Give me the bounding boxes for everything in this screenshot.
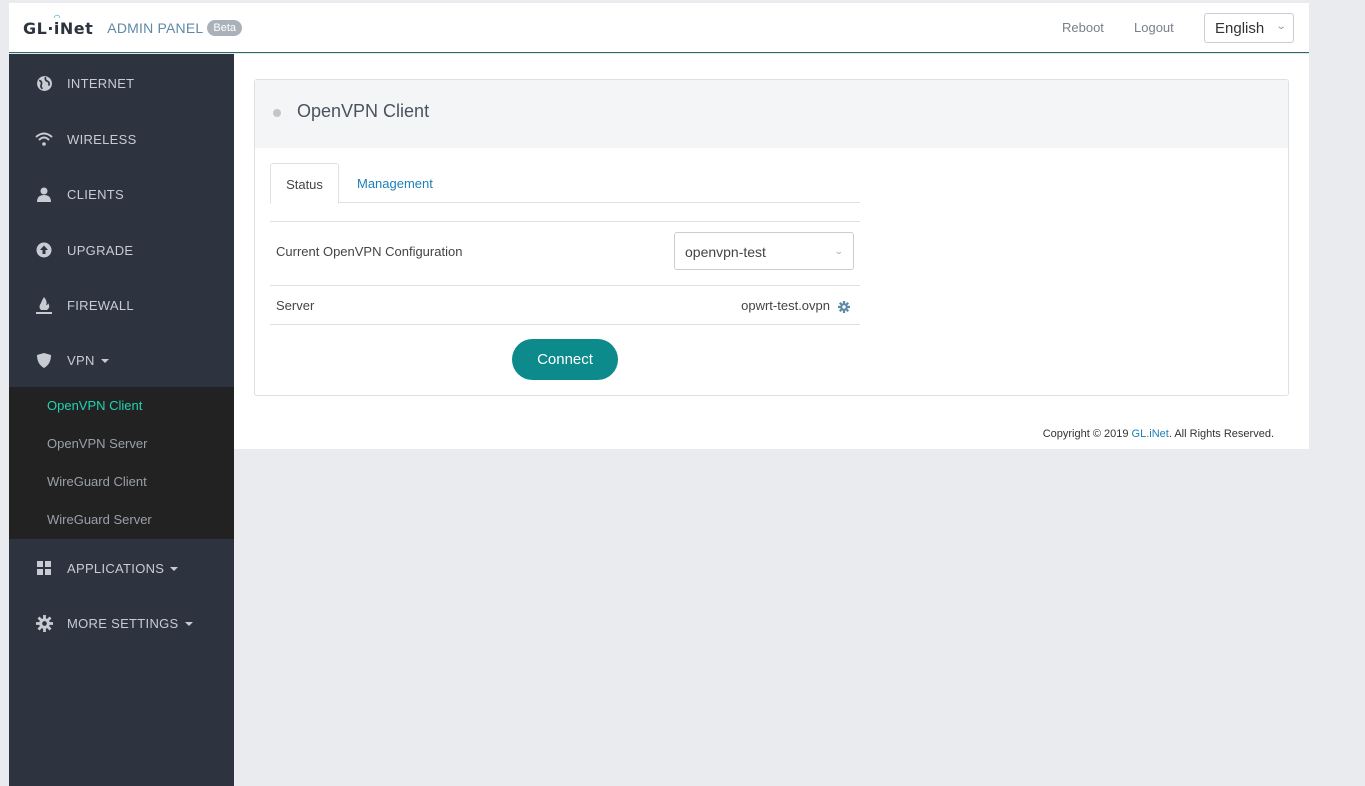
page-title: OpenVPN Client — [297, 101, 430, 121]
logout-link[interactable]: Logout — [1134, 20, 1174, 35]
sidebar-item-applications[interactable]: APPLICATIONS — [9, 548, 234, 588]
caret-down-icon — [100, 359, 109, 364]
connect-button[interactable]: Connect — [512, 339, 618, 380]
sidebar-item-label: UPGRADE — [67, 242, 134, 258]
shield-icon — [35, 351, 53, 369]
more-settings-label-text: MORE SETTINGS — [67, 615, 179, 631]
submenu-item-openvpn-client[interactable]: OpenVPN Client — [47, 398, 142, 413]
sidebar-item-label: VPN — [67, 353, 109, 368]
app-window: GL·iNet ◠ ADMIN PANEL Beta Reboot Logout… — [9, 3, 1309, 786]
brand[interactable]: GL·iNet ◠ ADMIN PANEL Beta — [23, 13, 242, 40]
config-select-value: openvpn-test — [685, 244, 766, 260]
tab-bar: Status Management — [270, 163, 860, 204]
server-label: Server — [276, 298, 315, 313]
language-value: English — [1215, 20, 1265, 37]
language-select[interactable]: English ⌄ — [1204, 13, 1294, 43]
sidebar-item-more-settings[interactable]: MORE SETTINGS — [9, 603, 234, 643]
user-icon — [35, 185, 53, 203]
caret-down-icon — [170, 567, 179, 572]
logo-wifi-icon: ◠ — [54, 12, 61, 22]
footer-brand-link[interactable]: GL.iNet — [1132, 428, 1169, 440]
sidebar-item-wireless[interactable]: WIRELESS — [9, 119, 234, 159]
submenu-item-openvpn-server[interactable]: OpenVPN Server — [47, 436, 147, 451]
admin-panel-label: ADMIN PANEL — [107, 20, 204, 36]
config-row: Current OpenVPN Configuration openvpn-te… — [270, 221, 860, 285]
sidebar-item-vpn[interactable]: VPN — [9, 340, 234, 380]
server-row: Server opwrt-test.ovpn — [270, 285, 860, 325]
submenu-item-wireguard-client[interactable]: WireGuard Client — [47, 474, 147, 489]
footer-copyright: Copyright © 2019 GL.iNet. All Rights Res… — [1043, 428, 1274, 440]
chevron-down-icon: ⌄ — [834, 246, 845, 256]
sidebar-item-label: WIRELESS — [67, 131, 137, 147]
server-value: opwrt-test.ovpn — [741, 298, 830, 313]
sidebar-item-upgrade[interactable]: UPGRADE — [9, 230, 234, 270]
sidebar-item-internet[interactable]: INTERNET — [9, 63, 234, 103]
vpn-submenu: OpenVPN Client OpenVPN Server WireGuard … — [9, 387, 234, 539]
footer-suffix: . All Rights Reserved. — [1168, 428, 1274, 440]
config-label: Current OpenVPN Configuration — [276, 244, 463, 259]
sidebar-item-clients[interactable]: CLIENTS — [9, 174, 234, 214]
sidebar-item-label: INTERNET — [67, 75, 135, 91]
vpn-label-text: VPN — [67, 352, 95, 368]
sidebar-item-label: CLIENTS — [67, 186, 125, 202]
openvpn-client-panel: OpenVPN Client Status Management Current… — [254, 79, 1289, 396]
logo: GL·iNet ◠ — [23, 13, 93, 38]
wifi-icon — [35, 130, 53, 148]
sidebar-item-firewall[interactable]: FIREWALL — [9, 285, 234, 325]
footer-prefix: Copyright © 2019 — [1042, 428, 1132, 440]
server-settings-icon[interactable] — [838, 300, 850, 313]
status-dot-icon — [273, 109, 281, 117]
fire-icon — [35, 296, 53, 314]
beta-badge: Beta — [207, 20, 242, 36]
globe-icon — [35, 74, 53, 92]
main-content: OpenVPN Client Status Management Current… — [234, 54, 1309, 449]
sidebar-item-label: FIREWALL — [67, 297, 134, 313]
grid-icon — [35, 559, 53, 577]
top-bar: GL·iNet ◠ ADMIN PANEL Beta Reboot Logout… — [9, 3, 1309, 53]
caret-down-icon — [184, 622, 193, 627]
panel-header: OpenVPN Client — [255, 80, 1288, 148]
upgrade-icon — [35, 241, 53, 259]
tab-status[interactable]: Status — [270, 163, 339, 204]
sidebar-item-label: APPLICATIONS — [67, 560, 179, 576]
gear-icon — [35, 614, 53, 632]
sidebar-item-label: MORE SETTINGS — [67, 616, 193, 631]
reboot-link[interactable]: Reboot — [1062, 20, 1104, 35]
sidebar: INTERNET WIRELESS CLIENTS UPGRADE FIREWA… — [9, 54, 234, 786]
applications-label-text: APPLICATIONS — [67, 560, 165, 576]
config-select[interactable]: openvpn-test ⌄ — [674, 232, 854, 270]
tab-management[interactable]: Management — [357, 163, 433, 204]
submenu-item-wireguard-server[interactable]: WireGuard Server — [47, 512, 152, 527]
chevron-down-icon: ⌄ — [1275, 21, 1287, 32]
